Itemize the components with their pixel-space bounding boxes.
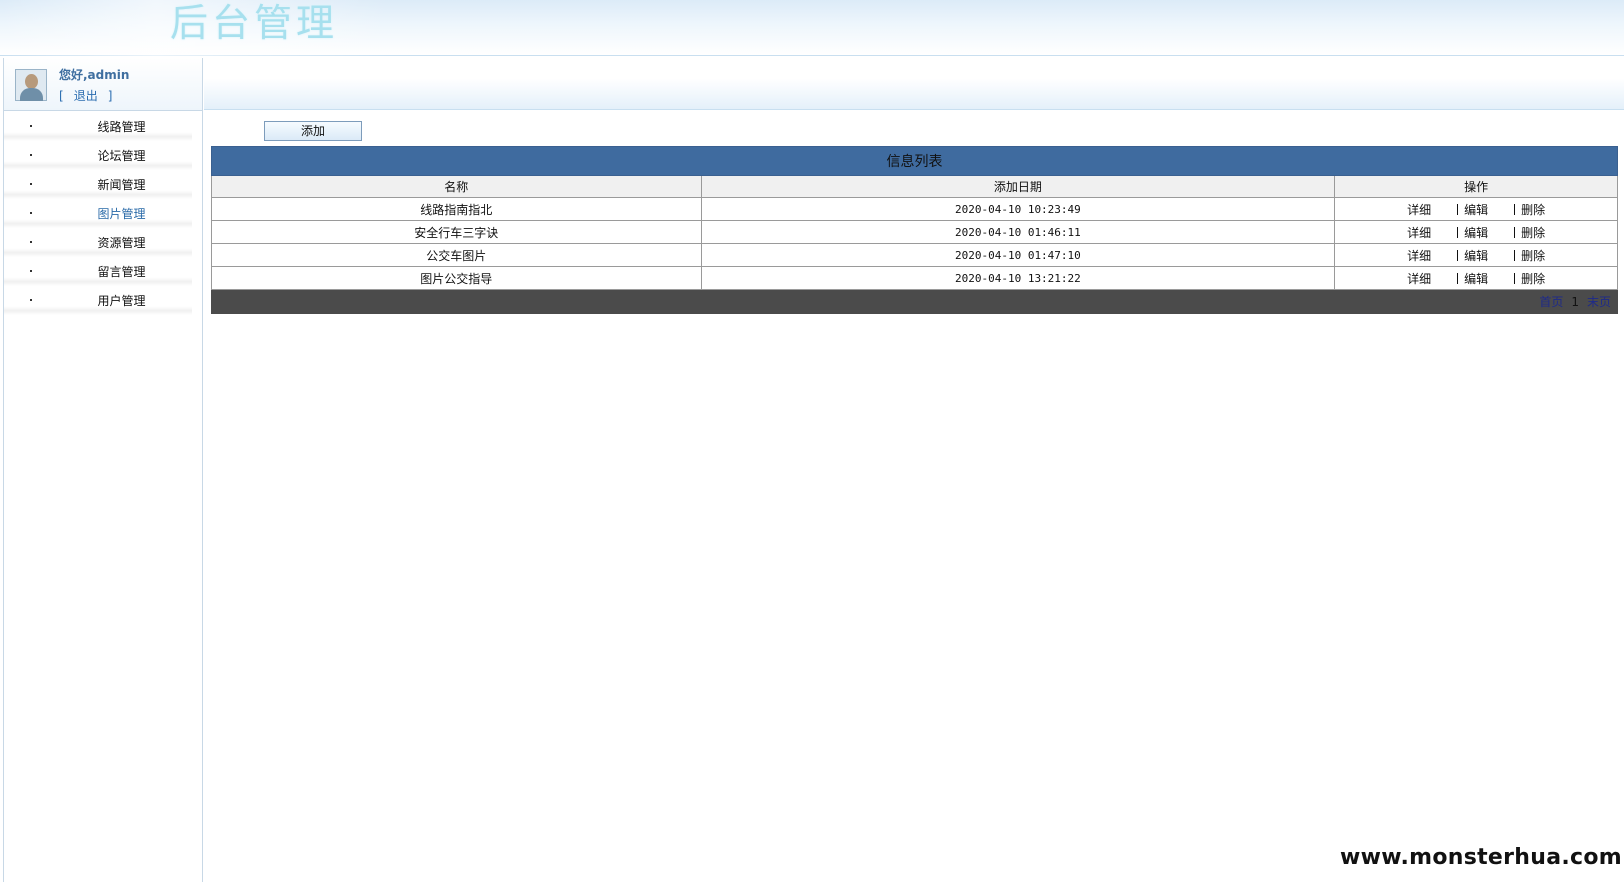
cell-actions: 详细 编辑 删除 [1334,197,1618,221]
separator [1514,249,1516,261]
add-button[interactable]: 添加 [264,121,362,141]
edit-link[interactable]: 编辑 [1464,247,1488,264]
sidebar-item-forum[interactable]: 论坛管理 [4,141,192,170]
cell-name: 图片公交指导 [211,266,702,290]
delete-link[interactable]: 删除 [1521,201,1545,218]
cell-actions: 详细 编辑 删除 [1334,266,1618,290]
table-row: 线路指南指北 2020-04-10 10:23:49 详细 编辑 删除 [211,197,1618,221]
sidebar-item-label: 用户管理 [97,294,146,308]
column-header-date: 添加日期 [700,175,1336,198]
sidebar-item-users[interactable]: 用户管理 [4,286,192,315]
header-banner: 后台管理 [0,0,1624,56]
sidebar-menu: 线路管理 论坛管理 新闻管理 图片管理 资源管理 留言管理 用户管理 [4,112,202,315]
detail-link[interactable]: 详细 [1407,270,1431,287]
pager-row: 首页 1 末页 [211,289,1618,314]
column-header-actions: 操作 [1334,175,1618,198]
cell-actions: 详细 编辑 删除 [1334,220,1618,244]
cell-date: 2020-04-10 01:46:11 [700,220,1336,244]
watermark: www.monsterhua.com [1339,845,1622,870]
bracket-open: [ [59,89,64,103]
sidebar-item-resources[interactable]: 资源管理 [4,228,192,257]
sidebar-item-label: 线路管理 [97,120,146,134]
cell-date: 2020-04-10 01:47:10 [700,243,1336,267]
sidebar-item-label: 图片管理 [97,207,146,221]
detail-link[interactable]: 详细 [1407,201,1431,218]
detail-link[interactable]: 详细 [1407,247,1431,264]
avatar-head [25,74,38,89]
cell-date: 2020-04-10 13:21:22 [700,266,1336,290]
user-greeting: 您好,admin [59,68,130,82]
sidebar-item-news[interactable]: 新闻管理 [4,170,192,199]
sidebar-item-label: 留言管理 [97,265,146,279]
user-panel: 您好,admin [ 退出] [4,58,202,111]
table-row: 图片公交指导 2020-04-10 13:21:22 详细 编辑 删除 [211,266,1618,290]
edit-link[interactable]: 编辑 [1464,224,1488,241]
table-row: 公交车图片 2020-04-10 01:47:10 详细 编辑 删除 [211,243,1618,267]
sidebar-item-label: 新闻管理 [97,178,146,192]
table-row: 安全行车三字诀 2020-04-10 01:46:11 详细 编辑 删除 [211,220,1618,244]
separator [1514,226,1516,238]
sidebar-item-label: 论坛管理 [97,149,146,163]
detail-link[interactable]: 详细 [1407,224,1431,241]
cell-actions: 详细 编辑 删除 [1334,243,1618,267]
separator [1457,226,1459,238]
cell-name: 线路指南指北 [211,197,702,221]
pager-current-page: 1 [1571,295,1579,309]
separator [1457,272,1459,284]
content-top-strip [204,58,1624,110]
sidebar-item-label: 资源管理 [97,236,146,250]
left-sidebar: 您好,admin [ 退出] 线路管理 论坛管理 新闻管理 图片管理 资源管理 留… [3,58,203,882]
delete-link[interactable]: 删除 [1521,247,1545,264]
bracket-close: ] [107,89,113,103]
user-avatar-icon [15,69,47,101]
table-caption: 信息列表 [211,146,1618,176]
logout-link[interactable]: 退出 [74,89,98,103]
cell-name: 公交车图片 [211,243,702,267]
sidebar-item-messages[interactable]: 留言管理 [4,257,192,286]
table-header-row: 名称 添加日期 操作 [211,175,1618,198]
separator [1514,203,1516,215]
cell-name: 安全行车三字诀 [211,220,702,244]
separator [1514,272,1516,284]
table-caption-row: 信息列表 [211,146,1618,176]
delete-link[interactable]: 删除 [1521,224,1545,241]
pager: 首页 1 末页 [211,289,1618,314]
pager-last-link[interactable]: 末页 [1587,295,1611,309]
separator [1457,249,1459,261]
edit-link[interactable]: 编辑 [1464,270,1488,287]
cell-date: 2020-04-10 10:23:49 [700,197,1336,221]
column-header-name: 名称 [211,175,702,198]
pager-first-link[interactable]: 首页 [1539,295,1563,309]
logout-group: [ 退出] [59,87,112,104]
separator [1457,203,1459,215]
delete-link[interactable]: 删除 [1521,270,1545,287]
info-list-table: 信息列表 名称 添加日期 操作 线路指南指北 2020-04-10 10:23:… [211,146,1618,314]
banner-title: 后台管理 [170,1,339,45]
avatar-body [20,88,43,101]
sidebar-item-route[interactable]: 线路管理 [4,112,192,141]
edit-link[interactable]: 编辑 [1464,201,1488,218]
sidebar-item-pictures[interactable]: 图片管理 [4,199,192,228]
